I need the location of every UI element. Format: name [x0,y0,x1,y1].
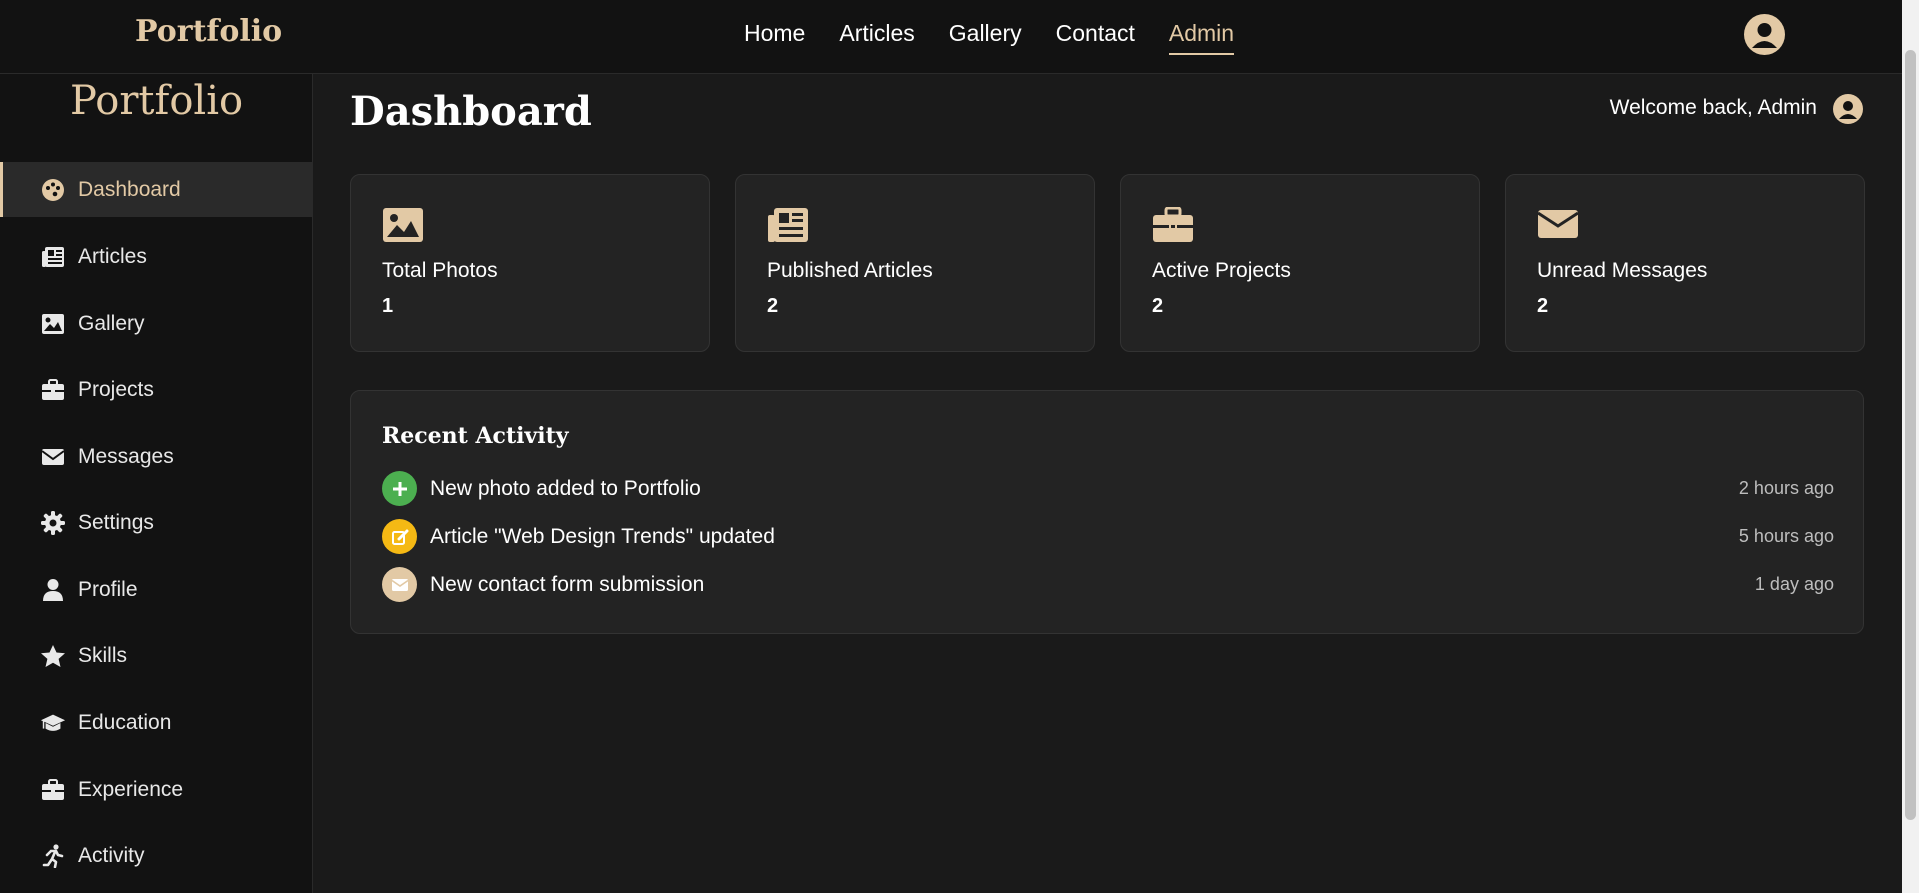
sidebar-item-label: Messages [78,444,174,468]
sidebar-item-articles[interactable]: Articles [0,229,313,284]
nav-link-contact[interactable]: Contact [1056,20,1135,55]
activity-text: New photo added to Portfolio [430,477,701,500]
user-icon [40,577,66,603]
sidebar-item-label: Projects [78,377,154,401]
stat-card-messages: Unread Messages 2 [1505,174,1865,352]
nav-link-home[interactable]: Home [744,20,805,55]
activity-time: 2 hours ago [1738,478,1834,498]
palette-icon [40,177,66,203]
gear-icon [40,510,66,536]
brand-logo[interactable]: Portfolio [135,14,282,49]
sidebar-item-label: Experience [78,777,184,801]
sidebar-item-projects[interactable]: Projects [0,362,313,417]
activity-text: Article "Web Design Trends" updated [430,525,775,548]
activity-item: New photo added to Portfolio 2 hours ago [382,471,1834,507]
main-content: Dashboard Welcome back, Admin Total Phot… [313,74,1902,893]
stat-label: Active Projects [1152,259,1291,282]
star-icon [40,643,66,669]
sidebar-item-label: Education [78,710,172,734]
sidebar-title: Portfolio [69,78,244,124]
sidebar-item-label: Activity [78,843,145,867]
stat-card-projects: Active Projects 2 [1120,174,1480,352]
newspaper-icon [40,244,66,270]
envelope-icon [1537,207,1579,245]
sidebar-item-gallery[interactable]: Gallery [0,296,313,351]
stat-label: Total Photos [382,259,498,282]
sidebar-item-skills[interactable]: Skills [0,628,313,683]
sidebar-item-education[interactable]: Education [0,695,313,750]
edit-icon [382,519,417,554]
stat-value: 2 [767,295,779,317]
sidebar: Portfolio Dashboard Articles Gallery Pro… [0,74,313,893]
envelope-icon [382,567,417,602]
sidebar-item-label: Gallery [78,311,145,335]
graduation-cap-icon [40,710,66,736]
briefcase-icon [40,777,66,803]
envelope-icon [40,444,66,470]
welcome-message: Welcome back, Admin [1609,96,1817,119]
scrollbar-thumb[interactable] [1905,50,1916,820]
sidebar-item-activity[interactable]: Activity [0,828,313,883]
sidebar-item-dashboard[interactable]: Dashboard [0,162,313,217]
recent-activity-panel: Recent Activity New photo added to Portf… [350,390,1864,634]
image-icon [40,311,66,337]
page-title: Dashboard [350,88,592,135]
activity-item: New contact form submission 1 day ago [382,567,1834,603]
image-icon [382,207,424,245]
activity-text: New contact form submission [430,573,705,596]
running-icon [40,843,66,869]
sidebar-item-label: Settings [78,510,154,534]
user-avatar-icon[interactable] [1833,94,1863,124]
sidebar-item-label: Skills [78,643,128,667]
sidebar-item-label: Articles [78,244,147,268]
nav-link-articles[interactable]: Articles [839,20,914,55]
briefcase-icon [1152,206,1194,245]
stat-label: Published Articles [767,259,933,282]
activity-time: 1 day ago [1754,574,1834,594]
stat-value: 1 [382,295,394,317]
stat-card-photos: Total Photos 1 [350,174,710,352]
stat-card-articles: Published Articles 2 [735,174,1095,352]
nav-link-admin[interactable]: Admin [1168,20,1235,55]
stat-value: 2 [1152,295,1164,317]
sidebar-item-profile[interactable]: Profile [0,562,313,617]
sidebar-item-experience[interactable]: Experience [0,762,313,817]
sidebar-item-label: Profile [78,577,138,601]
sidebar-item-messages[interactable]: Messages [0,429,313,484]
top-navbar: Portfolio Home Articles Gallery Contact … [0,0,1902,74]
activity-time: 5 hours ago [1738,526,1834,546]
nav-link-gallery[interactable]: Gallery [949,20,1022,55]
nav-links: Home Articles Gallery Contact Admin [744,20,1235,55]
user-avatar-icon[interactable] [1744,14,1785,55]
activity-title: Recent Activity [382,423,569,449]
activity-item: Article "Web Design Trends" updated 5 ho… [382,519,1834,555]
plus-icon [382,471,417,506]
sidebar-item-label: Dashboard [78,177,181,201]
sidebar-item-settings[interactable]: Settings [0,495,313,550]
briefcase-icon [40,377,66,403]
stat-value: 2 [1537,295,1549,317]
newspaper-icon [767,207,809,245]
stat-label: Unread Messages [1537,259,1708,282]
